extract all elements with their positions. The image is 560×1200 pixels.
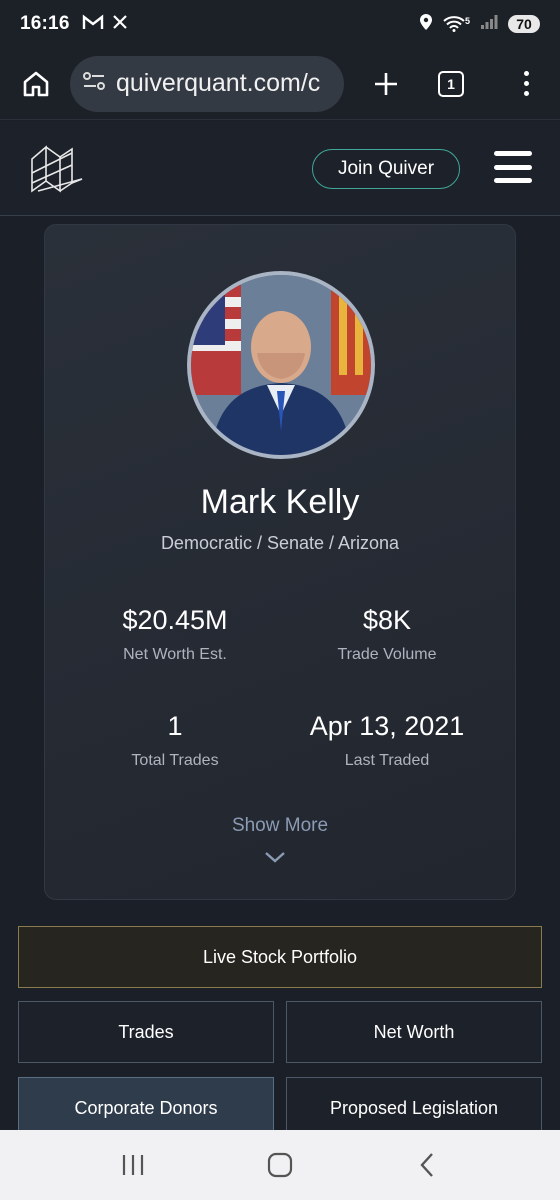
x-icon bbox=[112, 14, 128, 35]
stat-value: Apr 13, 2021 bbox=[309, 711, 465, 741]
address-bar[interactable]: quiverquant.com/c bbox=[70, 55, 344, 112]
site-header: Join Quiver bbox=[0, 121, 560, 216]
back-icon bbox=[420, 1153, 433, 1177]
signal-icon bbox=[480, 14, 498, 35]
quiver-logo[interactable] bbox=[28, 143, 86, 195]
stat-trade-volume: $8K Trade Volume bbox=[287, 605, 487, 664]
stat-label: Total Trades bbox=[131, 752, 219, 769]
politician-avatar bbox=[187, 271, 375, 459]
wifi-icon: 5 bbox=[443, 16, 470, 32]
home-button[interactable] bbox=[16, 64, 56, 104]
tab-trades[interactable]: Trades bbox=[18, 1001, 274, 1063]
home-icon bbox=[23, 71, 49, 96]
battery-indicator: 70 bbox=[508, 15, 540, 33]
live-stock-portfolio-button[interactable]: Live Stock Portfolio bbox=[18, 926, 542, 988]
stat-label: Net Worth Est. bbox=[123, 646, 227, 663]
android-navigation-bar bbox=[0, 1130, 560, 1200]
recent-apps-button[interactable] bbox=[113, 1145, 153, 1185]
stat-net-worth: $20.45M Net Worth Est. bbox=[75, 605, 275, 664]
more-vert-icon bbox=[523, 71, 529, 76]
plus-icon bbox=[375, 72, 397, 95]
chevron-down-icon[interactable] bbox=[263, 849, 287, 865]
site-settings-icon[interactable] bbox=[82, 71, 106, 96]
tab-net-worth[interactable]: Net Worth bbox=[286, 1001, 542, 1063]
new-tab-button[interactable] bbox=[366, 64, 406, 104]
status-time: 16:16 bbox=[20, 13, 70, 34]
show-more-button[interactable]: Show More bbox=[45, 815, 515, 837]
join-quiver-button[interactable]: Join Quiver bbox=[312, 149, 460, 189]
gmail-icon bbox=[82, 14, 104, 35]
stat-value: $20.45M bbox=[122, 605, 228, 635]
home-nav-button[interactable] bbox=[260, 1145, 300, 1185]
stat-value: $8K bbox=[362, 605, 412, 635]
stat-value: 1 bbox=[167, 711, 183, 741]
hamburger-menu-icon[interactable] bbox=[494, 151, 532, 183]
tab-switcher-button[interactable]: 1 bbox=[438, 70, 464, 97]
stat-total-trades: 1 Total Trades bbox=[75, 711, 275, 770]
location-icon bbox=[419, 13, 433, 36]
stat-label: Last Traded bbox=[344, 752, 430, 769]
stat-last-traded: Apr 13, 2021 Last Traded bbox=[287, 711, 487, 770]
recent-apps-icon bbox=[123, 1155, 144, 1175]
browser-toolbar: quiverquant.com/c 1 bbox=[0, 48, 560, 120]
politician-name: Mark Kelly bbox=[200, 483, 360, 521]
wifi-band-label: 5 bbox=[464, 16, 470, 26]
politician-profile-card: Mark Kelly Democratic / Senate / Arizona… bbox=[44, 224, 516, 900]
home-nav-icon bbox=[267, 1152, 293, 1178]
browser-menu-button[interactable] bbox=[516, 71, 536, 96]
back-button[interactable] bbox=[407, 1145, 447, 1185]
url-text: quiverquant.com/c bbox=[116, 69, 321, 97]
stat-label: Trade Volume bbox=[337, 646, 437, 663]
status-bar: 16:16 5 70 bbox=[0, 0, 560, 48]
politician-affiliation: Democratic / Senate / Arizona bbox=[160, 533, 400, 553]
